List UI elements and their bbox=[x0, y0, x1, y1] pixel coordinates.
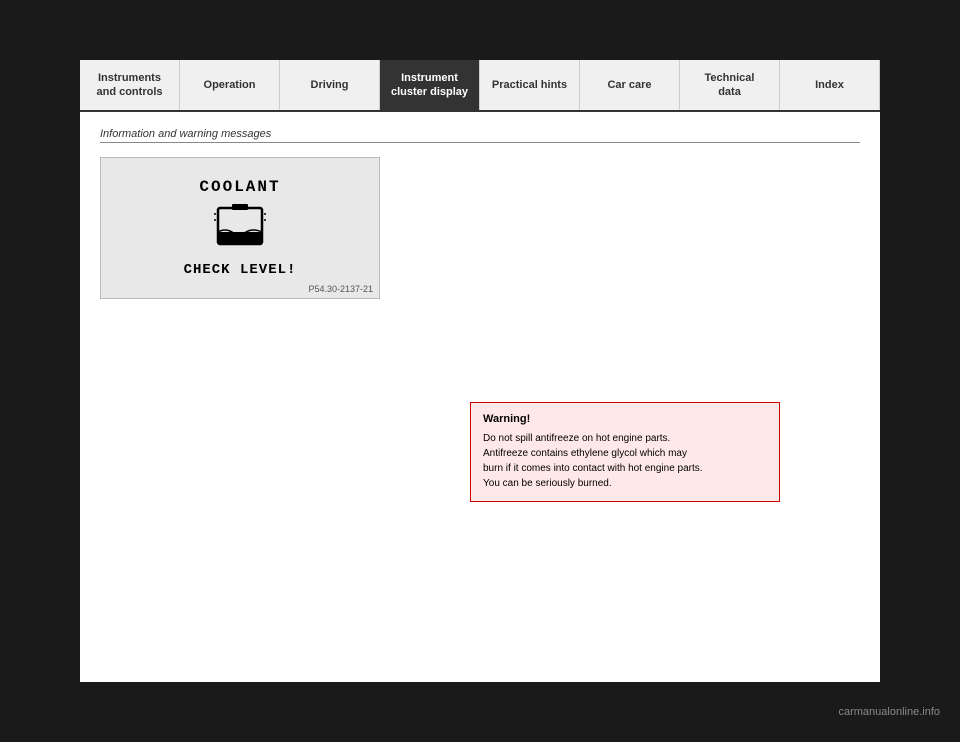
warning-text: Do not spill antifreeze on hot engine pa… bbox=[483, 431, 767, 491]
nav-item-technical-data[interactable]: Technical data bbox=[680, 60, 780, 110]
nav-item-instruments[interactable]: Instruments and controls bbox=[80, 60, 180, 110]
nav-item-instrument-cluster[interactable]: Instrument cluster display bbox=[380, 60, 480, 110]
image-reference: P54.30-2137-21 bbox=[308, 284, 373, 294]
warning-title: Warning! bbox=[483, 413, 767, 425]
coolant-display-image: COOLANT CH bbox=[100, 157, 380, 299]
nav-item-practical-hints[interactable]: Practical hints bbox=[480, 60, 580, 110]
coolant-text: COOLANT bbox=[131, 178, 349, 196]
nav-item-car-care[interactable]: Car care bbox=[580, 60, 680, 110]
nav-bar: Instruments and controls Operation Drivi… bbox=[80, 60, 880, 112]
nav-item-index[interactable]: Index bbox=[780, 60, 880, 110]
section-title: Information and warning messages bbox=[100, 128, 860, 143]
footer-bar: carmanualonline.info bbox=[0, 682, 960, 742]
coolant-icon bbox=[210, 204, 270, 254]
nav-item-driving[interactable]: Driving bbox=[280, 60, 380, 110]
nav-item-operation[interactable]: Operation bbox=[180, 60, 280, 110]
watermark-text: carmanualonline.info bbox=[838, 706, 940, 718]
warning-box: Warning! Do not spill antifreeze on hot … bbox=[470, 402, 780, 502]
main-area: Information and warning messages COOLANT bbox=[80, 112, 880, 612]
check-level-text: CHECK LEVEL! bbox=[131, 262, 349, 278]
page-content: Instruments and controls Operation Drivi… bbox=[80, 60, 880, 682]
